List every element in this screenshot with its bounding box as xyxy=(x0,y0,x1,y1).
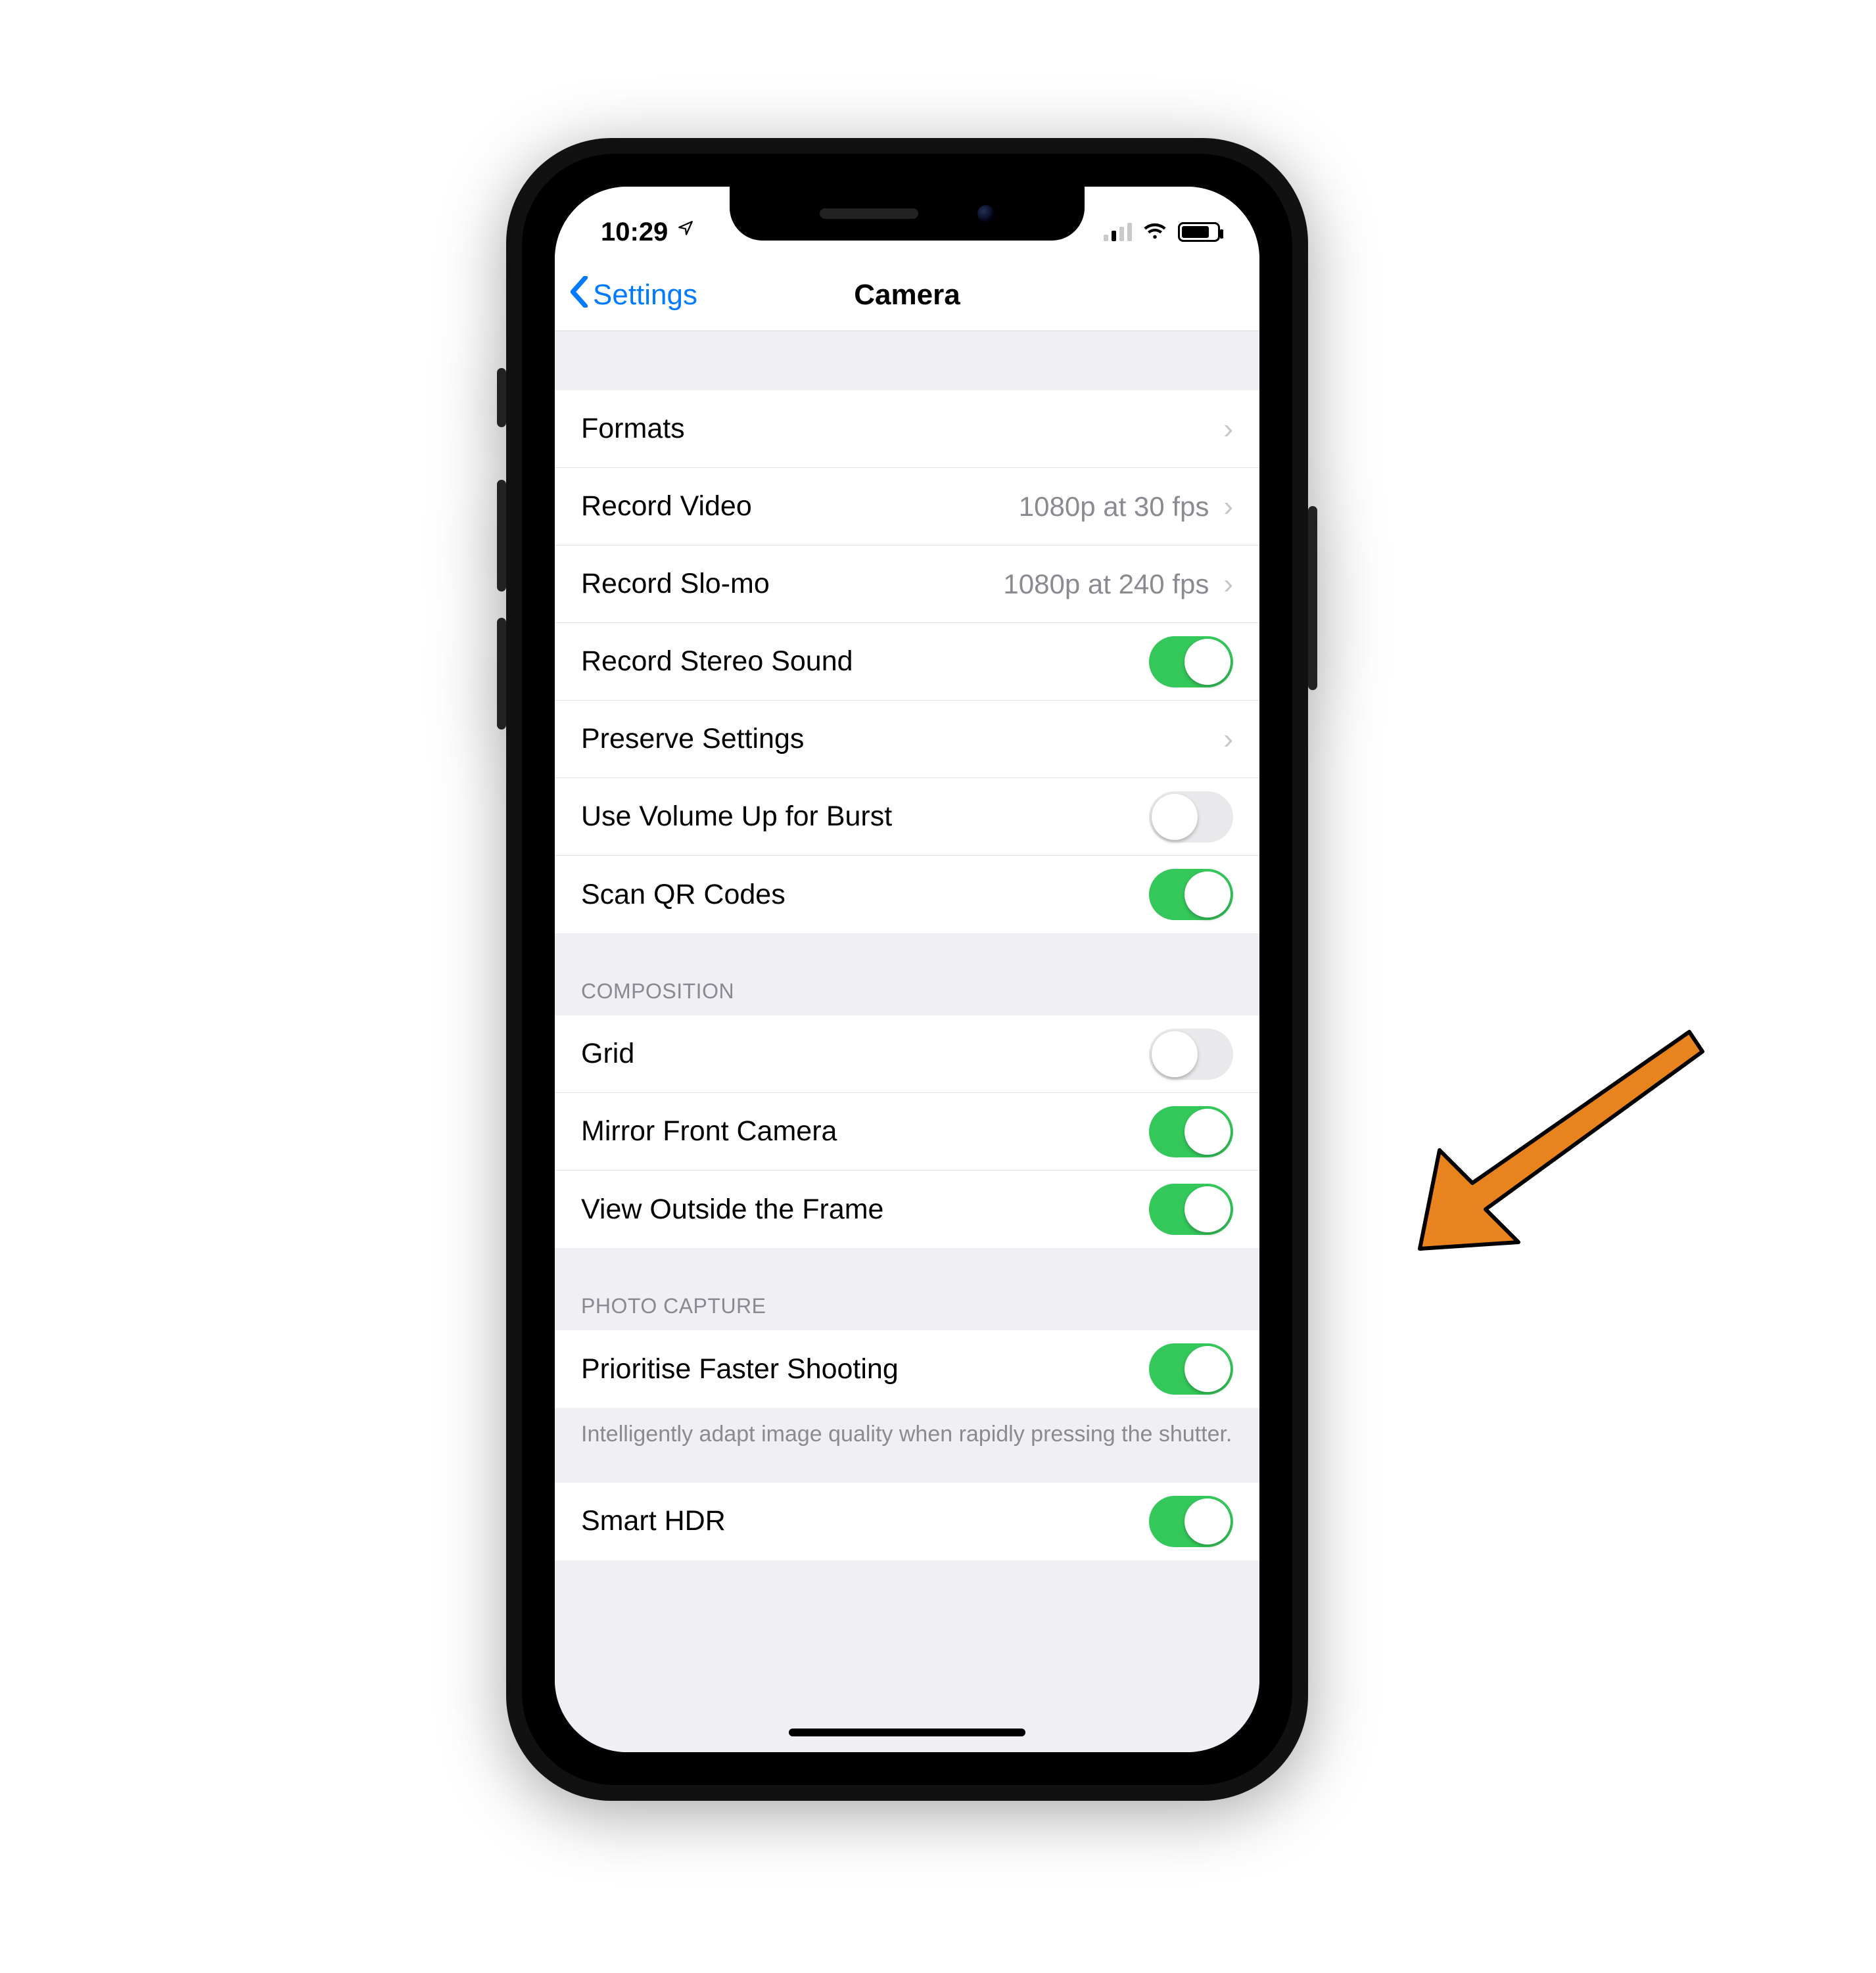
home-indicator[interactable] xyxy=(789,1729,1025,1736)
toggle-smart-hdr[interactable] xyxy=(1149,1496,1233,1547)
back-button[interactable]: Settings xyxy=(569,259,697,331)
section-smart-hdr: Smart HDR xyxy=(555,1483,1259,1560)
status-time: 10:29 xyxy=(601,218,668,247)
toggle-prioritise-faster[interactable] xyxy=(1149,1343,1233,1395)
screen: 10:29 xyxy=(555,187,1259,1752)
section-main: Formats › Record Video 1080p at 30 fps ›… xyxy=(555,390,1259,933)
wifi-icon xyxy=(1142,220,1167,245)
toggle-mirror-front-camera[interactable] xyxy=(1149,1106,1233,1157)
row-detail: 1080p at 30 fps xyxy=(1019,491,1209,522)
battery-icon xyxy=(1178,222,1220,242)
row-label: Use Volume Up for Burst xyxy=(581,801,1149,833)
chevron-right-icon: › xyxy=(1223,413,1233,446)
page-title: Camera xyxy=(854,279,960,312)
row-label: Record Stereo Sound xyxy=(581,645,1149,678)
speaker-grille xyxy=(820,208,918,219)
power-button xyxy=(1308,506,1317,690)
row-volume-burst: Use Volume Up for Burst xyxy=(555,778,1259,856)
row-grid: Grid xyxy=(555,1015,1259,1093)
row-qr-codes: Scan QR Codes xyxy=(555,856,1259,933)
row-mirror-front-camera: Mirror Front Camera xyxy=(555,1093,1259,1171)
toggle-volume-burst[interactable] xyxy=(1149,791,1233,843)
section-header-photo-capture: PHOTO CAPTURE xyxy=(555,1248,1259,1330)
row-formats[interactable]: Formats › xyxy=(555,390,1259,468)
section-composition: Grid Mirror Front Camera View Outside th… xyxy=(555,1015,1259,1248)
volume-down-button xyxy=(497,618,506,730)
row-stereo-sound: Record Stereo Sound xyxy=(555,623,1259,701)
row-label: View Outside the Frame xyxy=(581,1194,1149,1226)
row-detail: 1080p at 240 fps xyxy=(1003,569,1209,600)
row-label: Smart HDR xyxy=(581,1505,1149,1537)
row-label: Record Video xyxy=(581,490,1019,522)
row-prioritise-faster-shooting: Prioritise Faster Shooting xyxy=(555,1330,1259,1408)
cellular-signal-icon xyxy=(1104,223,1132,241)
notch xyxy=(730,187,1085,241)
toggle-grid[interactable] xyxy=(1149,1029,1233,1080)
row-label: Mirror Front Camera xyxy=(581,1115,1149,1148)
row-record-video[interactable]: Record Video 1080p at 30 fps › xyxy=(555,468,1259,545)
chevron-right-icon: › xyxy=(1223,490,1233,523)
row-label: Record Slo-mo xyxy=(581,568,1003,600)
phone-frame: 10:29 xyxy=(506,138,1308,1801)
row-label: Formats xyxy=(581,413,1223,445)
chevron-left-icon xyxy=(569,276,589,313)
section-header-composition: COMPOSITION xyxy=(555,933,1259,1015)
row-label: Scan QR Codes xyxy=(581,879,1149,911)
row-view-outside-frame: View Outside the Frame xyxy=(555,1171,1259,1248)
mute-switch xyxy=(497,368,506,427)
nav-bar: Settings Camera xyxy=(555,259,1259,331)
chevron-right-icon: › xyxy=(1223,568,1233,601)
volume-up-button xyxy=(497,480,506,592)
location-icon xyxy=(677,220,694,242)
row-preserve-settings[interactable]: Preserve Settings › xyxy=(555,701,1259,778)
row-record-slomo[interactable]: Record Slo-mo 1080p at 240 fps › xyxy=(555,545,1259,623)
back-label: Settings xyxy=(593,279,697,312)
section-photo-capture: Prioritise Faster Shooting xyxy=(555,1330,1259,1408)
row-label: Grid xyxy=(581,1038,1149,1070)
chevron-right-icon: › xyxy=(1223,723,1233,756)
annotation-arrow-icon xyxy=(1361,1012,1729,1301)
row-label: Preserve Settings xyxy=(581,723,1223,755)
content[interactable]: Formats › Record Video 1080p at 30 fps ›… xyxy=(555,331,1259,1752)
toggle-qr[interactable] xyxy=(1149,869,1233,920)
toggle-view-outside-frame[interactable] xyxy=(1149,1184,1233,1235)
footer-note: Intelligently adapt image quality when r… xyxy=(555,1408,1259,1470)
front-camera-icon xyxy=(977,205,995,222)
toggle-stereo[interactable] xyxy=(1149,636,1233,687)
row-smart-hdr: Smart HDR xyxy=(555,1483,1259,1560)
row-label: Prioritise Faster Shooting xyxy=(581,1353,1149,1385)
